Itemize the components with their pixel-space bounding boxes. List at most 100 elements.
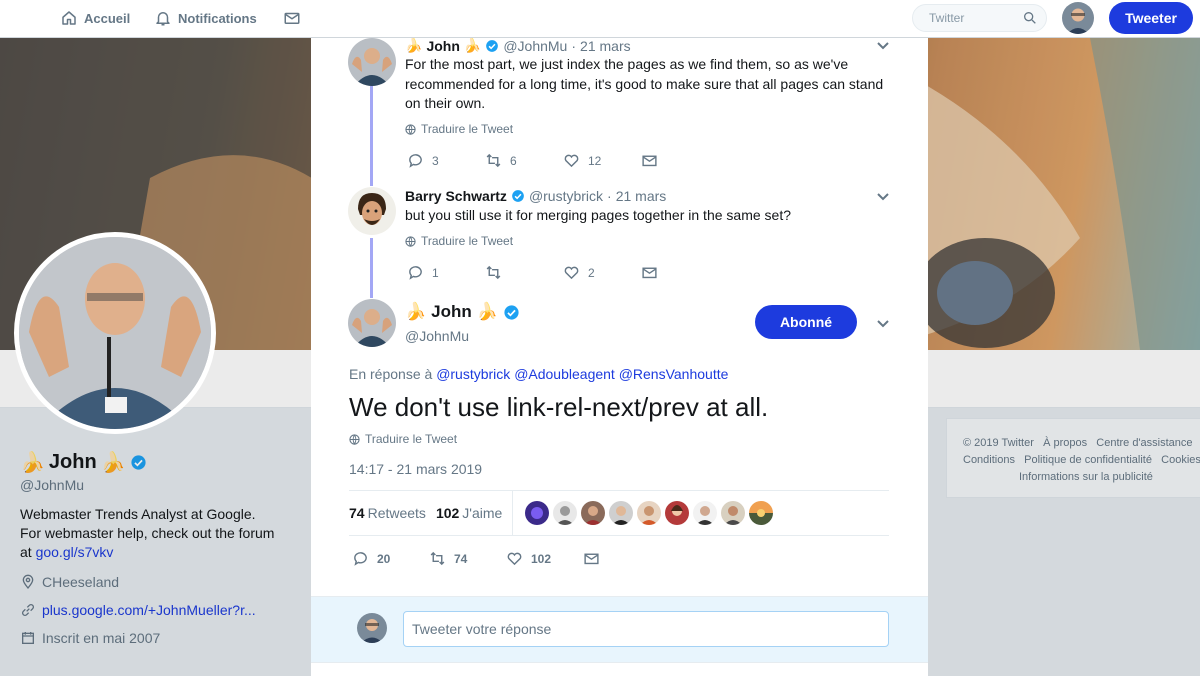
liker-avatar[interactable]	[665, 501, 690, 525]
banana-emoji-icon: 🍌	[100, 452, 126, 474]
verified-badge-icon	[512, 190, 524, 202]
reply-button[interactable]: 3	[407, 152, 485, 169]
banana-emoji-icon: 🍌	[476, 302, 498, 321]
globe-icon	[349, 433, 360, 445]
reply-button[interactable]: 20	[352, 550, 429, 567]
like-count: 12	[588, 153, 602, 168]
footer-cookies-link[interactable]: Cookies	[1161, 454, 1200, 466]
translate-tweet-link[interactable]: Traduire le Tweet	[349, 432, 457, 446]
like-button[interactable]: 12	[563, 152, 641, 169]
direct-message-button[interactable]	[641, 264, 719, 281]
chevron-down-icon[interactable]	[876, 41, 890, 51]
profile-name-text: John	[48, 451, 97, 473]
tweet-author-handle[interactable]: @rustybrick	[529, 188, 603, 204]
heart-icon	[507, 552, 522, 566]
tweet-author-avatar[interactable]	[348, 187, 396, 235]
next-reply-edge	[311, 662, 928, 676]
search-icon[interactable]	[1022, 10, 1038, 26]
chevron-down-icon[interactable]	[876, 319, 890, 329]
nav-user-avatar[interactable]	[1062, 2, 1094, 34]
retweet-button[interactable]	[485, 264, 563, 281]
tweet-author-handle[interactable]: @JohnMu	[503, 38, 567, 54]
stats-divider	[512, 490, 514, 536]
reply-input[interactable]	[403, 611, 889, 647]
main-tweet-author-name[interactable]: 🍌 John 🍌	[405, 302, 520, 322]
footer-help-link[interactable]: Centre d'assistance	[1096, 437, 1192, 449]
tweet-timestamp[interactable]: 14:17 - 21 mars 2019	[349, 461, 482, 477]
top-navigation: Accueil Notifications Twitter Tweeter	[0, 0, 1200, 38]
following-button[interactable]: Abonné	[755, 305, 857, 339]
mention-link[interactable]: @RensVanhoutte	[619, 366, 729, 382]
retweet-icon	[430, 551, 445, 566]
translate-tweet-link[interactable]: Traduire le Tweet	[405, 234, 513, 248]
banana-emoji-icon: 🍌	[463, 37, 482, 53]
likes-stat-label: J'aime	[462, 505, 503, 521]
liker-avatar[interactable]	[609, 501, 634, 525]
tweet-header: Barry Schwartz @rustybrick · 21 mars	[405, 188, 666, 204]
retweets-stat-label: Retweets	[367, 505, 426, 521]
footer-copyright: © 2019 Twitter	[963, 437, 1034, 449]
direct-message-button[interactable]	[583, 550, 660, 567]
reply-composer	[311, 596, 928, 662]
retweet-button[interactable]: 74	[429, 550, 506, 567]
likes-stat-count: 102	[435, 505, 460, 521]
nav-notifications[interactable]: Notifications	[154, 0, 257, 36]
likes-stat[interactable]: 102 J'aime	[436, 505, 502, 521]
tweet-time[interactable]: 21 mars	[580, 38, 631, 54]
reply-count: 1	[432, 265, 439, 280]
reply-button[interactable]: 1	[407, 264, 485, 281]
reply-icon	[354, 552, 367, 566]
globe-icon	[405, 123, 416, 135]
nav-home[interactable]: Accueil	[60, 0, 130, 36]
mention-link[interactable]: @Adoubleagent	[514, 366, 615, 382]
nav-home-label: Accueil	[84, 10, 131, 26]
retweet-icon	[486, 265, 501, 280]
nav-messages[interactable]	[283, 0, 301, 36]
profile-location-text: CHeeseland	[42, 574, 120, 590]
main-tweet-actions: 20 74 102	[352, 550, 660, 567]
main-tweet-author-avatar[interactable]	[348, 299, 396, 347]
thread-line	[370, 86, 373, 186]
liker-avatar[interactable]	[637, 501, 662, 525]
reply-count: 3	[432, 153, 439, 168]
main-tweet-author-name-text: John	[431, 302, 472, 321]
verified-badge-icon	[486, 39, 499, 52]
main-tweet-author-handle[interactable]: @JohnMu	[405, 328, 469, 344]
liker-avatar[interactable]	[721, 501, 746, 525]
profile-handle: @JohnMu	[20, 477, 85, 493]
retweet-button[interactable]: 6	[485, 152, 563, 169]
tweet-button[interactable]: Tweeter	[1109, 2, 1193, 34]
translate-tweet-label: Traduire le Tweet	[421, 234, 514, 248]
tweet-time[interactable]: 21 mars	[616, 188, 667, 204]
liker-avatar[interactable]	[693, 501, 718, 525]
profile-website[interactable]: plus.google.com/+JohnMueller?r...	[20, 602, 290, 618]
retweets-stat[interactable]: 74 Retweets	[349, 505, 426, 521]
liker-avatar[interactable]	[749, 501, 774, 525]
footer-ads-info-link[interactable]: Informations sur la publicité	[1019, 471, 1153, 483]
retweet-icon	[486, 153, 501, 168]
liker-avatar[interactable]	[553, 501, 578, 525]
footer-terms-link[interactable]: Conditions	[963, 454, 1015, 466]
separator-dot: ·	[571, 37, 577, 54]
tweet-author-avatar[interactable]	[348, 38, 396, 86]
separator-dot: ·	[607, 188, 612, 204]
tweet-actions: 3 6 12	[407, 152, 719, 169]
search-input[interactable]: Twitter	[912, 4, 1047, 32]
mention-link[interactable]: @rustybrick	[436, 366, 510, 382]
like-button[interactable]: 2	[563, 264, 641, 281]
profile-website-text[interactable]: plus.google.com/+JohnMueller?r...	[42, 602, 256, 618]
tweet-author-name[interactable]: Barry Schwartz	[405, 188, 507, 204]
like-button[interactable]: 102	[506, 550, 583, 567]
envelope-icon	[584, 553, 599, 565]
translate-tweet-link[interactable]: Traduire le Tweet	[405, 122, 513, 136]
banana-emoji-icon: 🍌	[405, 302, 427, 321]
reply-context: En réponse à @rustybrick @Adoubleagent @…	[349, 366, 728, 382]
profile-bio-link[interactable]: goo.gl/s7vkv	[36, 544, 114, 560]
liker-avatar[interactable]	[581, 501, 606, 525]
footer-about-link[interactable]: À propos	[1043, 437, 1087, 449]
liker-avatar[interactable]	[525, 501, 550, 525]
chevron-down-icon[interactable]	[876, 192, 890, 202]
direct-message-button[interactable]	[641, 152, 719, 169]
tweet-author-name[interactable]: John	[426, 38, 459, 54]
footer-privacy-link[interactable]: Politique de confidentialité	[1024, 454, 1152, 466]
